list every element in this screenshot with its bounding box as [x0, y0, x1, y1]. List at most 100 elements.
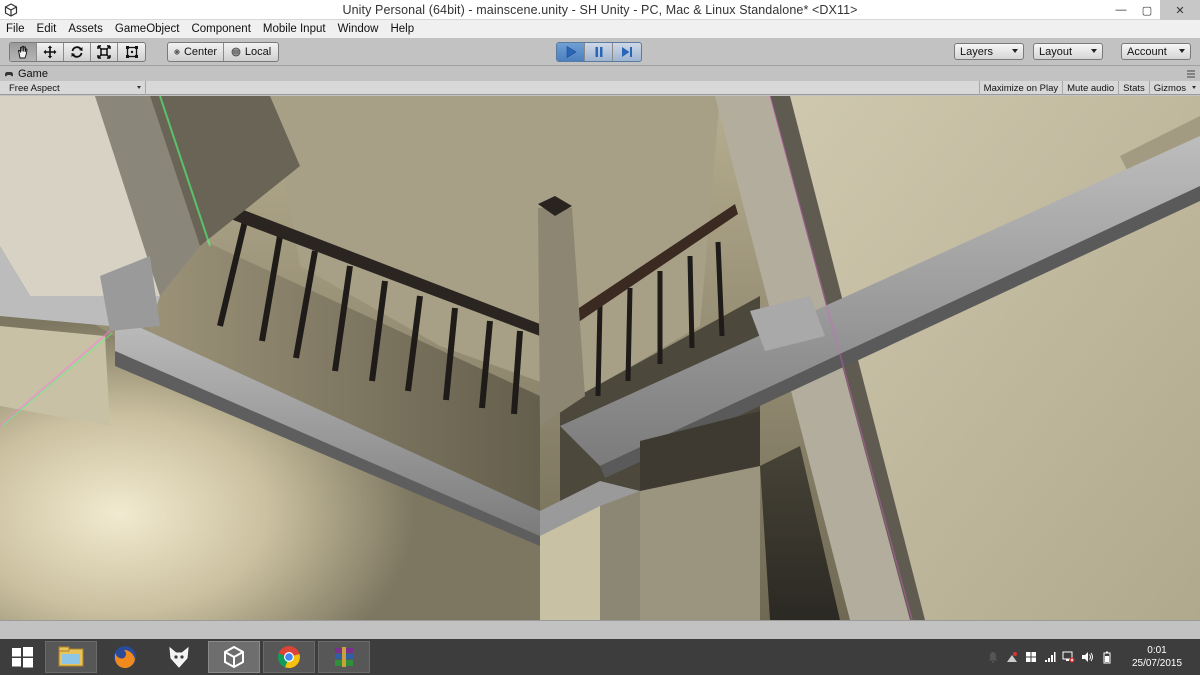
taskbar-file-explorer[interactable]	[45, 641, 97, 673]
tray-windows-icon[interactable]	[1021, 639, 1040, 675]
maximize-button[interactable]: ▢	[1134, 0, 1160, 20]
chevron-down-icon	[1012, 49, 1018, 53]
stats-toggle[interactable]: Stats	[1118, 81, 1149, 95]
menu-file[interactable]: File	[0, 23, 31, 35]
transform-tools	[9, 42, 146, 62]
aspect-label: Free Aspect	[9, 82, 60, 94]
pivot-center-icon	[174, 49, 180, 55]
battery-icon	[1103, 651, 1110, 663]
menu-component[interactable]: Component	[185, 23, 256, 35]
close-button[interactable]: ✕	[1160, 0, 1200, 20]
tab-game[interactable]: Game	[4, 67, 48, 81]
bell-icon	[988, 652, 997, 663]
tray-process-icon	[1006, 652, 1017, 662]
pivot-controls: Center Local	[167, 42, 279, 62]
fox-head-icon	[169, 646, 189, 668]
taskbar-winrar[interactable]	[318, 641, 370, 673]
game-tab-bar: Game	[0, 67, 1200, 81]
chevron-down-icon	[137, 86, 141, 89]
os-taskbar: 0:01 25/07/2015	[0, 639, 1200, 675]
chevron-down-icon	[1179, 49, 1185, 53]
gizmos-label: Gizmos	[1153, 82, 1186, 94]
menu-bar: File Edit Assets GameObject Component Mo…	[0, 20, 1200, 38]
rotate-icon	[71, 46, 83, 58]
folder-icon	[58, 646, 84, 667]
move-icon	[43, 45, 57, 59]
chrome-icon	[277, 646, 300, 669]
windows-small-icon	[1025, 652, 1036, 662]
step-button[interactable]	[613, 43, 641, 61]
taskbar-chrome[interactable]	[263, 641, 315, 673]
gizmos-dropdown[interactable]: Gizmos	[1148, 81, 1200, 95]
taskbar-firefox[interactable]	[99, 641, 151, 673]
layers-label: Layers	[960, 45, 994, 58]
main-toolbar: Center Local Layers Layout Account	[0, 38, 1200, 66]
window-title: Unity Personal (64bit) - mainscene.unity…	[342, 2, 858, 17]
menu-help[interactable]: Help	[384, 23, 420, 35]
move-tool-button[interactable]	[37, 43, 64, 61]
playback-controls	[556, 42, 642, 62]
rect-tool-button[interactable]	[118, 43, 145, 61]
game-controller-icon	[5, 72, 13, 77]
system-tray: 0:01 25/07/2015	[983, 639, 1200, 675]
play-button[interactable]	[557, 43, 585, 61]
scale-tool-button[interactable]	[91, 43, 118, 61]
scale-icon	[97, 45, 111, 59]
chevron-down-icon	[1192, 86, 1196, 89]
layers-dropdown[interactable]: Layers	[954, 43, 1024, 60]
rect-tool-icon	[125, 46, 138, 58]
panel-menu-icon[interactable]	[1187, 70, 1195, 78]
tray-notification-icon[interactable]	[983, 639, 1002, 675]
tray-battery-icon[interactable]	[1097, 639, 1116, 675]
taskbar-foobar[interactable]	[153, 641, 205, 673]
menu-edit[interactable]: Edit	[31, 23, 63, 35]
unity-icon	[224, 645, 244, 669]
hand-icon	[17, 45, 28, 59]
mute-audio-toggle[interactable]: Mute audio	[1062, 81, 1118, 95]
taskbar-clock[interactable]: 0:01 25/07/2015	[1122, 644, 1192, 670]
taskbar-unity[interactable]	[208, 641, 260, 673]
account-dropdown[interactable]: Account	[1121, 43, 1191, 60]
window-title-bar: Unity Personal (64bit) - mainscene.unity…	[0, 0, 1200, 20]
minimize-button[interactable]: —	[1108, 0, 1134, 20]
layout-dropdown[interactable]: Layout	[1033, 43, 1103, 60]
game-view-controls: Free Aspect Maximize on Play Mute audio …	[0, 81, 1200, 95]
aspect-dropdown[interactable]: Free Aspect	[0, 81, 146, 95]
speaker-icon	[1082, 652, 1093, 662]
tray-app-icon[interactable]	[1002, 639, 1021, 675]
clock-time: 0:01	[1147, 645, 1167, 656]
menu-mobile-input[interactable]: Mobile Input	[257, 23, 332, 35]
play-icon	[566, 45, 577, 59]
chevron-down-icon	[1091, 49, 1097, 53]
signal-bars-icon	[1044, 652, 1055, 662]
menu-gameobject[interactable]: GameObject	[109, 23, 186, 35]
menu-assets[interactable]: Assets	[62, 23, 109, 35]
pivot-rotation-label: Local	[244, 46, 272, 58]
tray-ethernet-icon[interactable]	[1059, 639, 1078, 675]
hand-tool-button[interactable]	[10, 43, 37, 61]
game-viewport[interactable]	[0, 96, 1200, 620]
pivot-mode-label: Center	[183, 46, 217, 58]
tray-network-icon[interactable]	[1040, 639, 1059, 675]
step-icon	[622, 47, 632, 57]
account-label: Account	[1127, 45, 1167, 58]
pause-button[interactable]	[585, 43, 613, 61]
pivot-mode-button[interactable]: Center	[168, 43, 224, 61]
winrar-icon	[335, 647, 353, 667]
tray-volume-icon[interactable]	[1078, 639, 1097, 675]
start-button[interactable]	[0, 641, 44, 673]
windows-logo-icon	[12, 647, 33, 668]
pause-icon	[595, 47, 602, 57]
layout-label: Layout	[1039, 45, 1073, 58]
unity-logo-icon	[4, 3, 18, 17]
network-disconnected-icon	[1062, 651, 1075, 663]
local-space-icon	[231, 47, 241, 57]
tab-game-label: Game	[18, 68, 48, 80]
menu-window[interactable]: Window	[332, 23, 385, 35]
maximize-on-play-toggle[interactable]: Maximize on Play	[978, 81, 1062, 95]
scene-render	[0, 96, 1200, 620]
status-bar	[0, 620, 1200, 639]
clock-date: 25/07/2015	[1131, 658, 1183, 669]
pivot-rotation-button[interactable]: Local	[224, 43, 278, 61]
rotate-tool-button[interactable]	[64, 43, 91, 61]
